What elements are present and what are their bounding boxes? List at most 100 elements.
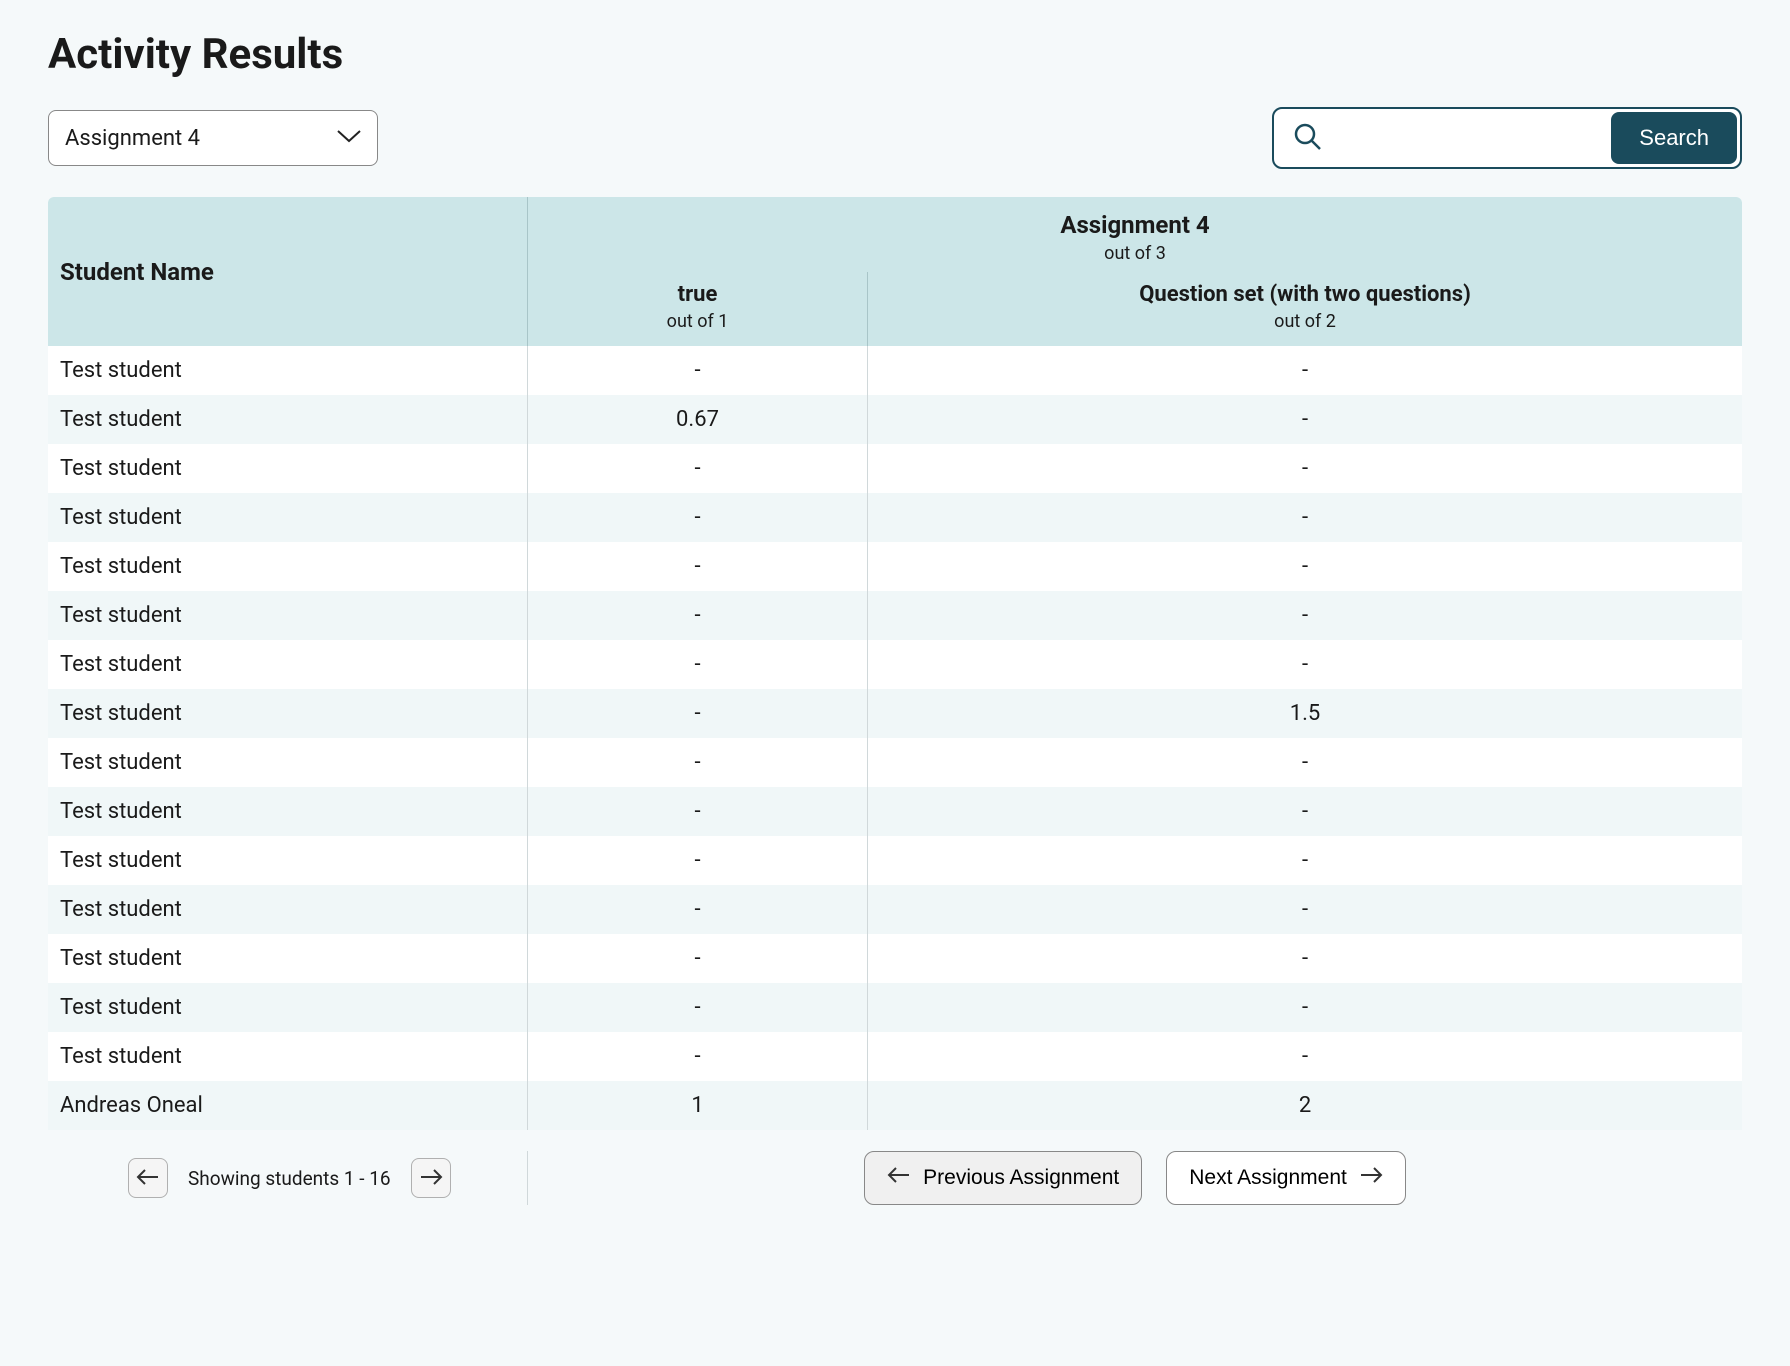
cell-score-col2: - — [868, 395, 1742, 444]
group-header-subtitle: out of 3 — [528, 243, 1742, 264]
cell-score-col2: - — [868, 738, 1742, 787]
search-icon — [1277, 120, 1337, 156]
pager-prev-button[interactable] — [128, 1158, 168, 1198]
arrow-right-icon — [419, 1168, 443, 1189]
cell-score-col1: - — [528, 934, 868, 983]
table-row[interactable]: Test student-- — [48, 983, 1742, 1032]
cell-student-name: Test student — [48, 395, 528, 444]
cell-student-name: Test student — [48, 787, 528, 836]
table-row[interactable]: Test student-- — [48, 493, 1742, 542]
table-row[interactable]: Test student-1.5 — [48, 689, 1742, 738]
table-row[interactable]: Test student-- — [48, 1032, 1742, 1081]
search-box: Search — [1272, 107, 1742, 169]
cell-score-col1: - — [528, 983, 868, 1032]
cell-student-name: Test student — [48, 444, 528, 493]
group-header-title: Assignment 4 — [528, 211, 1742, 239]
column-group-header: Assignment 4 out of 3 — [528, 197, 1742, 272]
cell-student-name: Test student — [48, 591, 528, 640]
cell-score-col1: 1 — [528, 1081, 868, 1130]
cell-score-col2: - — [868, 640, 1742, 689]
cell-student-name: Test student — [48, 738, 528, 787]
table-row[interactable]: Test student-- — [48, 346, 1742, 395]
table-row[interactable]: Test student-- — [48, 787, 1742, 836]
arrow-right-icon — [1359, 1166, 1383, 1190]
cell-student-name: Test student — [48, 934, 528, 983]
table-row[interactable]: Test student0.67- — [48, 395, 1742, 444]
cell-score-col1: - — [528, 738, 868, 787]
col1-subtitle: out of 1 — [528, 311, 867, 332]
table-row[interactable]: Test student-- — [48, 885, 1742, 934]
cell-score-col2: 1.5 — [868, 689, 1742, 738]
assignment-select-value: Assignment 4 — [65, 126, 200, 151]
cell-student-name: Andreas Oneal — [48, 1081, 528, 1130]
assignment-select[interactable]: Assignment 4 — [48, 110, 378, 166]
cell-student-name: Test student — [48, 346, 528, 395]
search-button[interactable]: Search — [1611, 112, 1737, 164]
arrow-left-icon — [887, 1166, 911, 1190]
cell-score-col1: - — [528, 836, 868, 885]
table-row[interactable]: Test student-- — [48, 444, 1742, 493]
cell-score-col1: 0.67 — [528, 395, 868, 444]
cell-student-name: Test student — [48, 542, 528, 591]
cell-score-col2: - — [868, 983, 1742, 1032]
search-input[interactable] — [1337, 112, 1611, 164]
cell-score-col1: - — [528, 689, 868, 738]
cell-score-col1: - — [528, 493, 868, 542]
table-row[interactable]: Andreas Oneal12 — [48, 1081, 1742, 1130]
table-row[interactable]: Test student-- — [48, 591, 1742, 640]
cell-score-col2: - — [868, 934, 1742, 983]
table-row[interactable]: Test student-- — [48, 640, 1742, 689]
cell-score-col2: - — [868, 836, 1742, 885]
table-row[interactable]: Test student-- — [48, 738, 1742, 787]
footer-row: Showing students 1 - 16 Prev — [48, 1130, 1742, 1205]
cell-score-col2: - — [868, 1032, 1742, 1081]
cell-student-name: Test student — [48, 640, 528, 689]
assignment-select-wrap: Assignment 4 — [48, 110, 378, 166]
table-body: Test student--Test student0.67-Test stud… — [48, 346, 1742, 1130]
cell-score-col2: - — [868, 591, 1742, 640]
cell-student-name: Test student — [48, 836, 528, 885]
cell-student-name: Test student — [48, 689, 528, 738]
results-table: Student Name Assignment 4 out of 3 true … — [48, 197, 1742, 1130]
cell-student-name: Test student — [48, 1032, 528, 1081]
column-header-student-name: Student Name — [48, 197, 528, 346]
cell-score-col2: 2 — [868, 1081, 1742, 1130]
cell-score-col2: - — [868, 493, 1742, 542]
cell-score-col2: - — [868, 542, 1742, 591]
cell-student-name: Test student — [48, 983, 528, 1032]
col2-title: Question set (with two questions) — [868, 282, 1742, 307]
cell-score-col2: - — [868, 787, 1742, 836]
pager-status: Showing students 1 - 16 — [188, 1167, 391, 1190]
assignment-nav: Previous Assignment Next Assignment — [528, 1151, 1742, 1205]
pager: Showing students 1 - 16 — [48, 1151, 528, 1205]
table-row[interactable]: Test student-- — [48, 836, 1742, 885]
previous-assignment-button[interactable]: Previous Assignment — [864, 1151, 1142, 1205]
table-row[interactable]: Test student-- — [48, 934, 1742, 983]
next-assignment-button[interactable]: Next Assignment — [1166, 1151, 1406, 1205]
column-header-question-set: Question set (with two questions) out of… — [868, 272, 1742, 346]
cell-score-col1: - — [528, 640, 868, 689]
cell-score-col1: - — [528, 787, 868, 836]
cell-score-col2: - — [868, 444, 1742, 493]
controls-row: Assignment 4 Search — [48, 107, 1742, 169]
previous-assignment-label: Previous Assignment — [923, 1166, 1119, 1190]
column-header-true: true out of 1 — [528, 272, 868, 346]
cell-score-col1: - — [528, 1032, 868, 1081]
arrow-left-icon — [136, 1168, 160, 1189]
cell-score-col1: - — [528, 346, 868, 395]
table-row[interactable]: Test student-- — [48, 542, 1742, 591]
page-title: Activity Results — [48, 30, 1742, 79]
pager-next-button[interactable] — [411, 1158, 451, 1198]
cell-score-col1: - — [528, 591, 868, 640]
cell-score-col1: - — [528, 885, 868, 934]
cell-score-col2: - — [868, 346, 1742, 395]
table-header: Student Name Assignment 4 out of 3 true … — [48, 197, 1742, 346]
cell-score-col1: - — [528, 444, 868, 493]
col2-subtitle: out of 2 — [868, 311, 1742, 332]
cell-score-col2: - — [868, 885, 1742, 934]
cell-student-name: Test student — [48, 885, 528, 934]
col1-title: true — [528, 282, 867, 307]
cell-student-name: Test student — [48, 493, 528, 542]
cell-score-col1: - — [528, 542, 868, 591]
next-assignment-label: Next Assignment — [1189, 1166, 1347, 1190]
